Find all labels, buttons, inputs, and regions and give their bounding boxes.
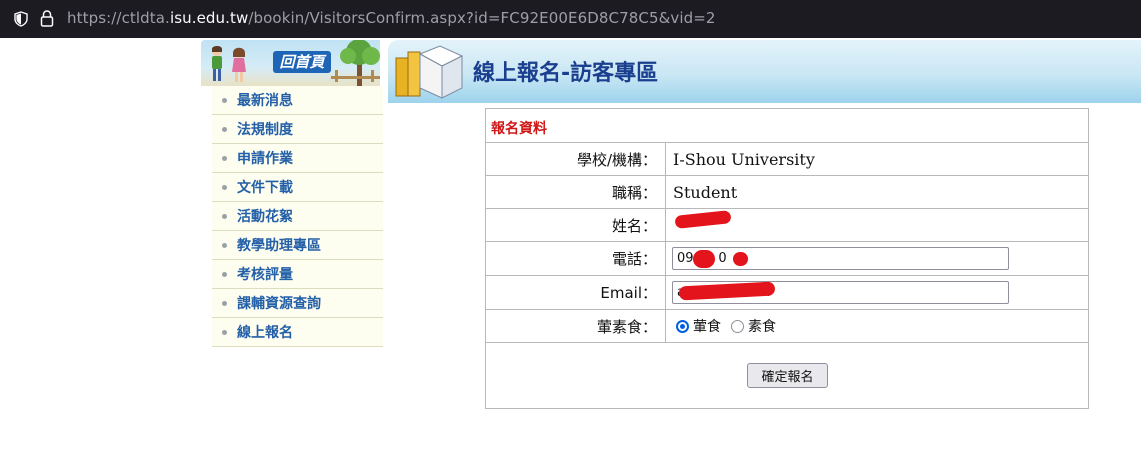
- sidebar-item-evaluation[interactable]: 考核評量: [212, 260, 383, 289]
- bullet-icon: [222, 329, 227, 335]
- phone-row: 電話： 09 43 0: [486, 242, 1088, 276]
- school-row: 學校/機構： I-Shou University: [486, 143, 1088, 176]
- bullet-icon: [222, 97, 227, 103]
- diet-meat-label[interactable]: 葷食: [693, 316, 721, 336]
- bullet-icon: [222, 155, 227, 161]
- sidebar-item-label[interactable]: 法規制度: [237, 119, 293, 139]
- diet-meat-radio[interactable]: [676, 319, 689, 333]
- email-label: Email：: [486, 276, 666, 309]
- sidebar-item-label[interactable]: 活動花絮: [237, 206, 293, 226]
- tree-illustration-icon: [331, 40, 380, 86]
- sidebar-item-latest-news[interactable]: 最新消息: [212, 86, 383, 115]
- name-row: 姓名：: [486, 209, 1088, 242]
- diet-label: 葷素食：: [486, 310, 666, 342]
- diet-radio-group: 葷食 素食: [676, 310, 786, 342]
- url-scheme: https://ctldta.: [67, 9, 170, 27]
- diet-row: 葷素食： 葷食 素食: [486, 310, 1088, 343]
- bullet-icon: [222, 213, 227, 219]
- registration-form: 報名資料 學校/機構： I-Shou University 職稱： Studen…: [485, 108, 1089, 409]
- page-title: 線上報名-訪客專區: [473, 61, 659, 86]
- lock-icon[interactable]: [40, 10, 54, 27]
- sidebar-item-ta-zone[interactable]: 教學助理專區: [212, 231, 383, 260]
- sidebar-item-label[interactable]: 教學助理專區: [237, 235, 321, 255]
- form-section-title-row: 報名資料: [486, 109, 1088, 143]
- books-icon: [395, 45, 464, 99]
- school-label: 學校/機構：: [486, 143, 666, 175]
- sidebar-nav: 最新消息 法規制度 申請作業 文件下載 活動花絮 教學助理專區 考核評量 課輔資…: [212, 86, 383, 347]
- sidebar-item-label[interactable]: 線上報名: [237, 322, 293, 342]
- school-value: I-Shou University: [673, 149, 815, 169]
- email-row: Email： a @gmail.com: [486, 276, 1088, 310]
- job-title-label: 職稱：: [486, 176, 666, 208]
- sidebar-item-online-registration[interactable]: 線上報名: [212, 318, 383, 347]
- sidebar-item-label[interactable]: 申請作業: [237, 148, 293, 168]
- job-title-value: Student: [673, 182, 738, 202]
- diet-vegetarian-radio[interactable]: [731, 319, 744, 333]
- url-text[interactable]: https://ctldta.isu.edu.tw/bookin/Visitor…: [67, 9, 716, 27]
- sidebar-item-label[interactable]: 課輔資源查詢: [237, 293, 321, 313]
- bullet-icon: [222, 242, 227, 248]
- bullet-icon: [222, 271, 227, 277]
- kid-illustration-icon: [232, 47, 246, 82]
- confirm-registration-button[interactable]: 確定報名: [747, 363, 828, 388]
- sidebar-item-regulations[interactable]: 法規制度: [212, 115, 383, 144]
- home-link-label[interactable]: 回首頁: [273, 51, 331, 73]
- sidebar-item-downloads[interactable]: 文件下載: [212, 173, 383, 202]
- phone-input[interactable]: 09 43 0: [672, 247, 1009, 270]
- job-title-row: 職稱： Student: [486, 176, 1088, 209]
- bullet-icon: [222, 300, 227, 306]
- phone-redaction: [733, 252, 748, 266]
- sidebar-item-label[interactable]: 文件下載: [237, 177, 293, 197]
- page-header: 線上報名-訪客專區: [388, 40, 1141, 103]
- browser-url-bar[interactable]: https://ctldta.isu.edu.tw/bookin/Visitor…: [0, 0, 1141, 38]
- phone-redaction: [693, 250, 715, 268]
- sidebar-item-gallery[interactable]: 活動花絮: [212, 202, 383, 231]
- phone-label: 電話：: [486, 242, 666, 275]
- diet-vegetarian-label[interactable]: 素食: [748, 316, 776, 336]
- sidebar-item-label[interactable]: 最新消息: [237, 90, 293, 110]
- sidebar-item-tutoring-resources[interactable]: 課輔資源查詢: [212, 289, 383, 318]
- url-host: isu.edu.tw: [169, 9, 249, 27]
- url-path: /bookin/VisitorsConfirm.aspx?id=FC92E00E…: [248, 9, 716, 27]
- home-banner[interactable]: 回首頁: [201, 40, 380, 86]
- name-label: 姓名：: [486, 209, 666, 241]
- form-section-title: 報名資料: [491, 121, 547, 137]
- sidebar-item-applications[interactable]: 申請作業: [212, 144, 383, 173]
- kid-illustration-icon: [212, 46, 222, 81]
- bullet-icon: [222, 184, 227, 190]
- bullet-icon: [222, 126, 227, 132]
- sidebar-item-label[interactable]: 考核評量: [237, 264, 293, 284]
- name-redaction: [674, 210, 732, 229]
- shield-icon[interactable]: [13, 11, 29, 27]
